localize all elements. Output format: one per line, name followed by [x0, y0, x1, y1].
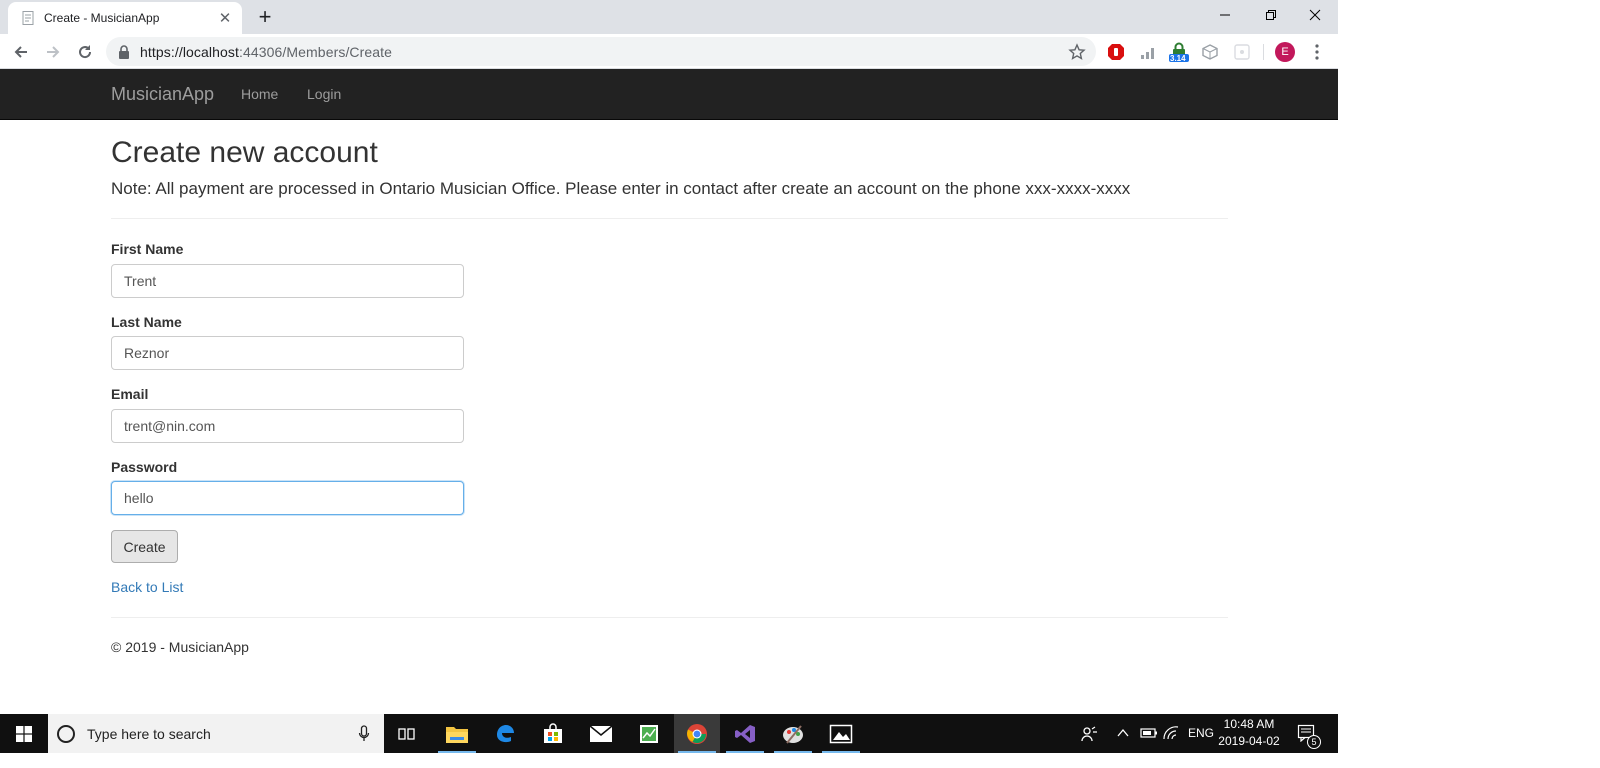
- page-title: Create new account: [111, 136, 378, 169]
- minimize-button[interactable]: [1202, 0, 1248, 30]
- navbar-brand[interactable]: MusicianApp: [111, 84, 214, 105]
- browser-window: Create - MusicianApp ✕ + https://localho…: [0, 0, 1338, 714]
- edge-icon: [497, 724, 514, 742]
- lock-icon: [119, 44, 129, 59]
- react-extension-icon[interactable]: [1232, 42, 1252, 62]
- password-label: Password: [111, 459, 178, 475]
- reload-button[interactable]: [72, 39, 98, 65]
- forward-button[interactable]: [40, 39, 66, 65]
- tab-title: Create - MusicianApp: [44, 11, 160, 25]
- signal-extension-icon[interactable]: [1138, 42, 1158, 62]
- arrow-left-icon: [14, 46, 27, 58]
- address-bar[interactable]: https://localhost:44306/Members/Create: [106, 37, 1096, 66]
- photos-icon: [829, 724, 853, 743]
- paint-app-button[interactable]: [770, 714, 816, 753]
- back-button[interactable]: [8, 39, 34, 65]
- first-name-input[interactable]: Trent: [111, 264, 464, 298]
- footer-divider: [111, 617, 1228, 618]
- url-text: https://localhost:44306/Members/Create: [140, 44, 392, 60]
- last-name-input[interactable]: Reznor: [111, 336, 464, 370]
- mail-icon: [589, 724, 613, 742]
- page-favicon-icon: [22, 11, 34, 25]
- wifi-icon[interactable]: [1163, 726, 1179, 740]
- email-label: Email: [111, 386, 149, 402]
- cortana-icon: [57, 724, 75, 743]
- cube-extension-icon[interactable]: [1200, 42, 1220, 62]
- password-input[interactable]: hello: [111, 481, 464, 515]
- close-icon: [1309, 9, 1321, 21]
- create-button[interactable]: Create: [111, 530, 178, 563]
- chrome-button[interactable]: [674, 714, 720, 753]
- url-path: :44306/Members/Create: [238, 43, 393, 60]
- browser-toolbar: https://localhost:44306/Members/Create 3…: [0, 34, 1338, 69]
- profile-initial: E: [1275, 42, 1295, 62]
- windows-taskbar: Type here to search ENG 10:48 AM 2019-04…: [0, 714, 1338, 753]
- bookmark-star-icon[interactable]: [1068, 43, 1086, 61]
- notification-badge: 5: [1307, 735, 1321, 749]
- last-name-label: Last Name: [111, 314, 182, 330]
- payment-note: Note: All payment are processed in Ontar…: [111, 179, 1131, 198]
- search-placeholder: Type here to search: [87, 725, 211, 742]
- visual-studio-icon: [735, 724, 755, 743]
- back-to-list-link[interactable]: Back to List: [111, 579, 183, 595]
- task-view-button[interactable]: [384, 714, 430, 753]
- site-navbar: MusicianApp Home Login: [0, 69, 1338, 120]
- toolbar-divider: [1263, 44, 1264, 60]
- folder-icon: [446, 726, 468, 743]
- clock-time: 10:48 AM: [1223, 717, 1275, 731]
- new-tab-button[interactable]: +: [251, 4, 279, 30]
- chrome-icon: [687, 723, 707, 744]
- windows-logo-icon: [16, 725, 32, 742]
- restore-button[interactable]: [1248, 0, 1294, 30]
- adblock-extension-icon[interactable]: [1106, 42, 1126, 62]
- language-indicator[interactable]: ENG: [1188, 726, 1214, 740]
- clock[interactable]: 10:48 AM 2019-04-02: [1218, 716, 1280, 750]
- nav-link-home[interactable]: Home: [241, 86, 278, 102]
- screen: Create - MusicianApp ✕ + https://localho…: [0, 0, 1600, 768]
- browser-tab[interactable]: Create - MusicianApp ✕: [8, 2, 242, 34]
- file-explorer-button[interactable]: [434, 714, 480, 753]
- first-name-label: First Name: [111, 241, 184, 257]
- spreadsheet-icon: [640, 724, 658, 743]
- spreadsheet-app-button[interactable]: [626, 714, 672, 753]
- minimize-icon: [1220, 14, 1230, 16]
- people-icon[interactable]: [1080, 725, 1098, 743]
- store-button[interactable]: [530, 714, 576, 753]
- battery-icon[interactable]: [1140, 727, 1158, 739]
- profile-avatar[interactable]: E: [1275, 42, 1295, 62]
- edge-browser-button[interactable]: [482, 714, 528, 753]
- reload-icon: [79, 45, 92, 59]
- divider: [111, 218, 1228, 219]
- store-bag-icon: [544, 722, 562, 743]
- palette-icon: [783, 724, 803, 744]
- tab-strip: Create - MusicianApp ✕ +: [0, 0, 1338, 34]
- tab-close-icon[interactable]: ✕: [216, 9, 234, 27]
- start-button[interactable]: [0, 714, 48, 753]
- clock-date: 2019-04-02: [1218, 734, 1280, 748]
- visual-studio-button[interactable]: [722, 714, 768, 753]
- email-input[interactable]: trent@nin.com: [111, 409, 464, 443]
- close-window-button[interactable]: [1292, 0, 1338, 30]
- microphone-icon[interactable]: [358, 724, 370, 743]
- taskbar-search[interactable]: Type here to search: [48, 714, 384, 753]
- url-host: https://localhost: [140, 43, 239, 60]
- footer-text: © 2019 - MusicianApp: [111, 639, 249, 655]
- password-extension-icon[interactable]: 3.14: [1169, 42, 1189, 63]
- menu-button[interactable]: [1307, 42, 1327, 62]
- nav-link-login[interactable]: Login: [307, 86, 341, 102]
- task-view-icon: [398, 727, 415, 740]
- chevron-up-icon[interactable]: [1117, 728, 1129, 738]
- restore-icon: [1266, 10, 1276, 20]
- arrow-right-icon: [47, 46, 60, 58]
- photos-button[interactable]: [818, 714, 864, 753]
- kebab-menu-icon: [1315, 44, 1319, 60]
- extension-badge: 3.14: [1170, 54, 1186, 63]
- mail-button[interactable]: [578, 714, 624, 753]
